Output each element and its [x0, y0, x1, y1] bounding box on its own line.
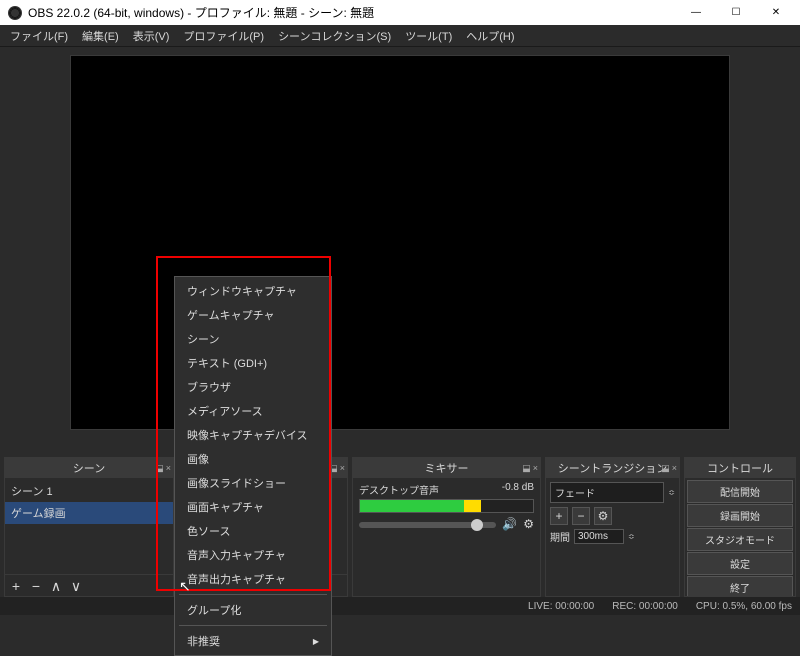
- menu-edit[interactable]: 編集(E): [76, 26, 125, 46]
- controls-header: コントロール: [685, 458, 795, 478]
- window-title: OBS 22.0.2 (64-bit, windows) - プロファイル: 無…: [28, 4, 374, 21]
- app-icon: [8, 6, 22, 20]
- controls-title: コントロール: [707, 460, 773, 476]
- transition-remove-button[interactable]: −: [572, 507, 590, 525]
- menu-item-media-source[interactable]: メディアソース: [175, 399, 331, 423]
- audio-meter: [359, 499, 534, 513]
- menu-profile[interactable]: プロファイル(P): [177, 26, 270, 46]
- transitions-panel: シーントランジション ⬓× フェード ≎ + − ⚙ 期間 ≎: [545, 457, 680, 597]
- menu-help[interactable]: ヘルプ(H): [460, 26, 520, 46]
- status-live: LIVE: 00:00:00: [528, 601, 594, 612]
- controls-body: 配信開始 録画開始 スタジオモード 設定 終了: [685, 478, 795, 596]
- duration-label: 期間: [550, 529, 570, 544]
- speaker-icon[interactable]: 🔊: [502, 517, 517, 531]
- updown-icon[interactable]: ≎: [628, 532, 635, 541]
- menu-item-color-source[interactable]: 色ソース: [175, 519, 331, 543]
- status-rec: REC: 00:00:00: [612, 601, 678, 612]
- menu-file[interactable]: ファイル(F): [4, 26, 74, 46]
- add-scene-button[interactable]: +: [9, 579, 23, 593]
- panels-row: シーン ⬓× シーン 1 ゲーム録画 + − ∧ ∨ ソース ⬓× + − ⚙ …: [0, 457, 800, 597]
- detach-icon[interactable]: ⬓: [522, 463, 531, 474]
- move-scene-up-button[interactable]: ∧: [49, 579, 63, 593]
- transitions-title: シーントランジション: [558, 460, 667, 476]
- mixer-track-name: デスクトップ音声: [359, 482, 439, 497]
- mixer-header: ミキサー ⬓×: [353, 458, 540, 478]
- scene-item[interactable]: シーン 1: [5, 480, 173, 502]
- gear-icon[interactable]: ⚙: [523, 517, 534, 531]
- menu-item-audio-output-capture[interactable]: 音声出力キャプチャ: [175, 567, 331, 591]
- titlebar: OBS 22.0.2 (64-bit, windows) - プロファイル: 無…: [0, 0, 800, 25]
- transition-settings-button[interactable]: ⚙: [594, 507, 612, 525]
- move-scene-down-button[interactable]: ∨: [69, 579, 83, 593]
- menu-item-game-capture[interactable]: ゲームキャプチャ: [175, 303, 331, 327]
- menu-item-text-gdi[interactable]: テキスト (GDI+): [175, 351, 331, 375]
- updown-icon[interactable]: ≎: [668, 488, 675, 497]
- transitions-body: フェード ≎ + − ⚙ 期間 ≎: [546, 478, 679, 596]
- menu-view[interactable]: 表示(V): [127, 26, 176, 46]
- preview-area: [0, 47, 800, 457]
- close-button[interactable]: ✕: [756, 0, 796, 25]
- close-icon[interactable]: ×: [672, 463, 677, 474]
- remove-scene-button[interactable]: −: [29, 579, 43, 593]
- menu-item-image[interactable]: 画像: [175, 447, 331, 471]
- scenes-panel: シーン ⬓× シーン 1 ゲーム録画 + − ∧ ∨: [4, 457, 174, 597]
- maximize-button[interactable]: ☐: [716, 0, 756, 25]
- menu-item-browser[interactable]: ブラウザ: [175, 375, 331, 399]
- transition-add-button[interactable]: +: [550, 507, 568, 525]
- preview-canvas[interactable]: [70, 55, 730, 430]
- menu-tools[interactable]: ツール(T): [399, 26, 458, 46]
- transitions-header: シーントランジション ⬓×: [546, 458, 679, 478]
- menu-item-image-slideshow[interactable]: 画像スライドショー: [175, 471, 331, 495]
- duration-input[interactable]: [574, 529, 624, 544]
- mixer-panel: ミキサー ⬓× デスクトップ音声 -0.8 dB 🔊 ⚙: [352, 457, 541, 597]
- scene-list: シーン 1 ゲーム録画: [5, 478, 173, 574]
- menu-item-display-capture[interactable]: 画面キャプチャ: [175, 495, 331, 519]
- start-streaming-button[interactable]: 配信開始: [687, 480, 793, 503]
- menu-item-window-capture[interactable]: ウィンドウキャプチャ: [175, 279, 331, 303]
- menu-item-deprecated[interactable]: 非推奨 ▶: [175, 629, 331, 653]
- menu-item-audio-input-capture[interactable]: 音声入力キャプチャ: [175, 543, 331, 567]
- scenes-footer: + − ∧ ∨: [5, 574, 173, 596]
- close-icon[interactable]: ×: [166, 463, 171, 474]
- menu-scene-collection[interactable]: シーンコレクション(S): [272, 26, 397, 46]
- menubar: ファイル(F) 編集(E) 表示(V) プロファイル(P) シーンコレクション(…: [0, 25, 800, 47]
- submenu-arrow-icon: ▶: [313, 637, 319, 646]
- mixer-track-db: -0.8 dB: [502, 482, 534, 497]
- scene-item[interactable]: ゲーム録画: [5, 502, 173, 524]
- add-source-context-menu: ウィンドウキャプチャ ゲームキャプチャ シーン テキスト (GDI+) ブラウザ…: [174, 276, 332, 656]
- detach-icon[interactable]: ⬓: [661, 463, 670, 474]
- close-icon[interactable]: ×: [533, 463, 538, 474]
- mixer-track: デスクトップ音声 -0.8 dB 🔊 ⚙: [359, 482, 534, 531]
- controls-panel: コントロール 配信開始 録画開始 スタジオモード 設定 終了: [684, 457, 796, 597]
- scenes-title: シーン: [73, 460, 105, 476]
- statusbar: LIVE: 00:00:00 REC: 00:00:00 CPU: 0.5%, …: [0, 597, 800, 615]
- menu-item-group[interactable]: グループ化: [175, 598, 331, 622]
- minimize-button[interactable]: —: [676, 0, 716, 25]
- menu-item-scene[interactable]: シーン: [175, 327, 331, 351]
- mixer-title: ミキサー: [425, 460, 469, 476]
- detach-icon[interactable]: ⬓: [155, 463, 164, 474]
- transition-select[interactable]: フェード: [550, 482, 664, 503]
- menu-item-video-capture-device[interactable]: 映像キャプチャデバイス: [175, 423, 331, 447]
- close-icon[interactable]: ×: [340, 463, 345, 474]
- scenes-header: シーン ⬓×: [5, 458, 173, 478]
- mixer-body: デスクトップ音声 -0.8 dB 🔊 ⚙: [353, 478, 540, 596]
- menu-separator: [179, 625, 327, 626]
- start-recording-button[interactable]: 録画開始: [687, 504, 793, 527]
- volume-slider[interactable]: [359, 522, 496, 528]
- status-cpu: CPU: 0.5%, 60.00 fps: [696, 601, 792, 612]
- studio-mode-button[interactable]: スタジオモード: [687, 528, 793, 551]
- settings-button[interactable]: 設定: [687, 552, 793, 575]
- menu-separator: [179, 594, 327, 595]
- exit-button[interactable]: 終了: [687, 576, 793, 596]
